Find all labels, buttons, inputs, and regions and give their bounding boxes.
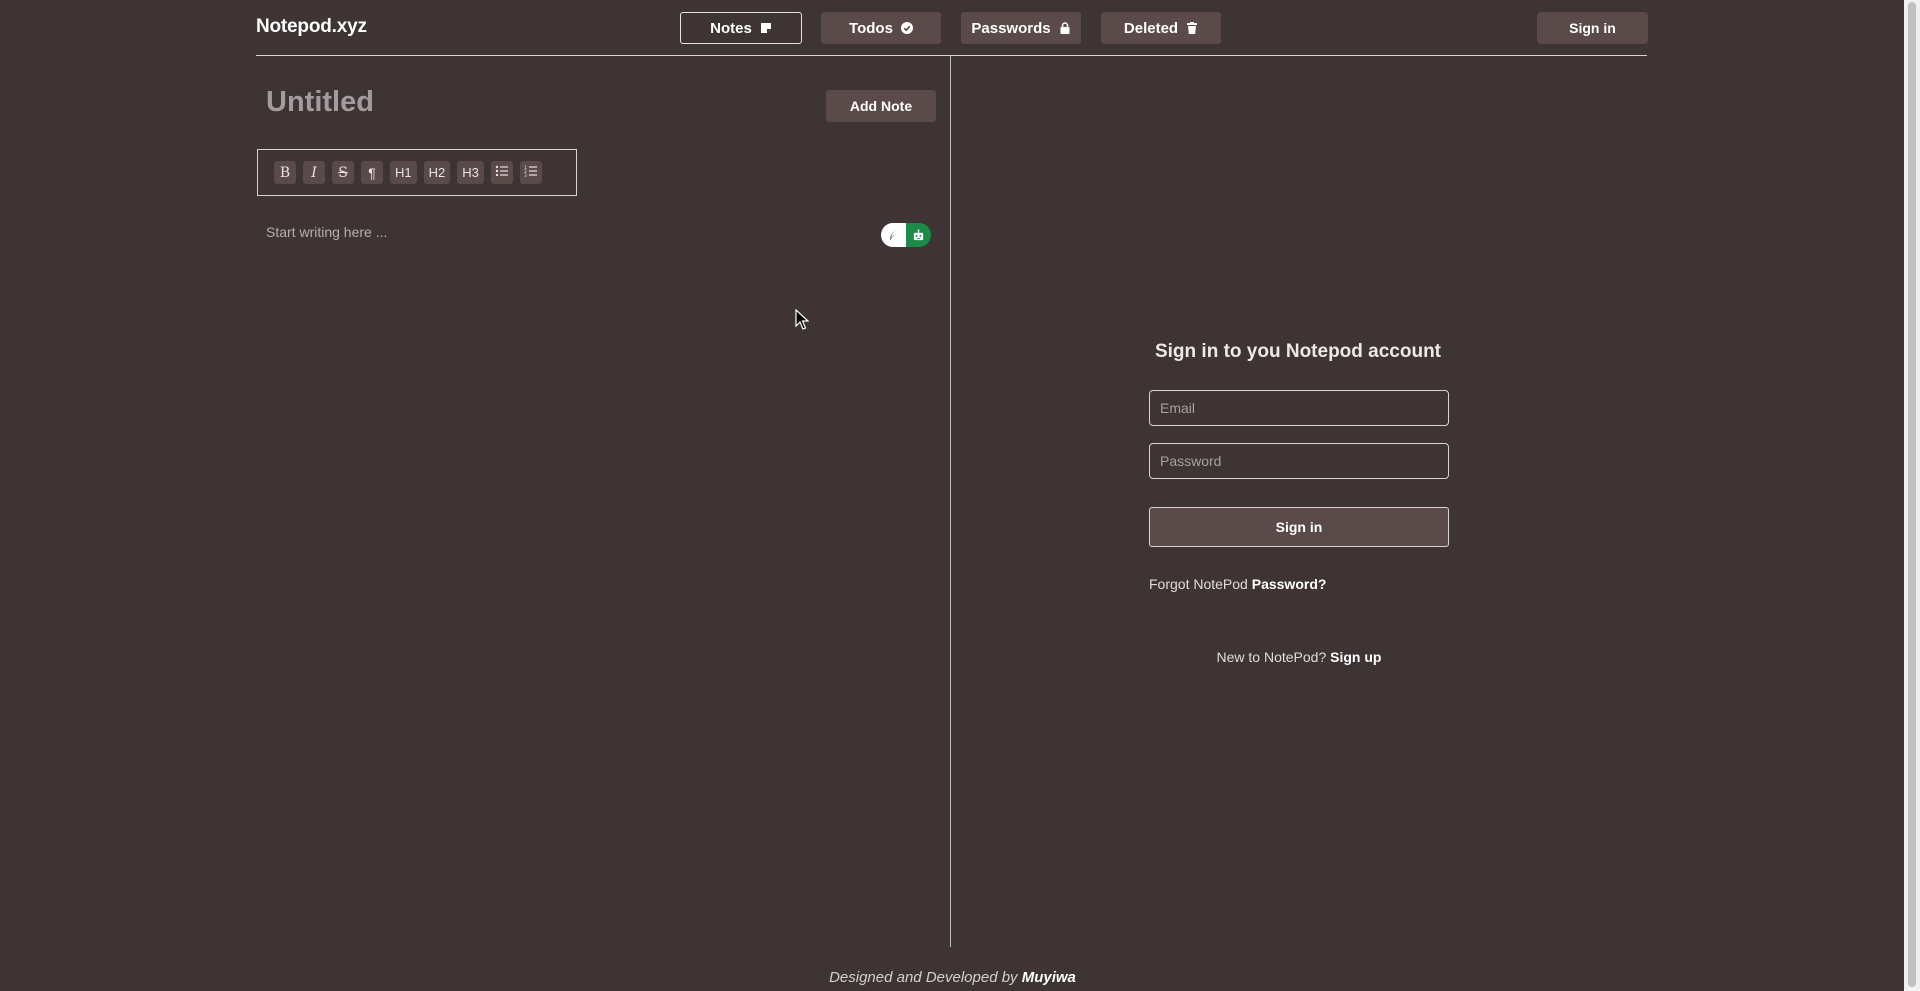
lock-icon — [1059, 22, 1071, 34]
italic-button[interactable]: I — [303, 161, 325, 184]
nav-passwords-button[interactable]: Passwords — [961, 12, 1081, 44]
formatting-toolbar: B I S ¶ H1 H2 H3 123 — [257, 149, 577, 196]
nav-todos-label: Todos — [849, 19, 893, 37]
nav-deleted-label: Deleted — [1123, 19, 1179, 37]
password-field[interactable] — [1149, 443, 1449, 479]
email-field[interactable] — [1149, 390, 1449, 426]
robot-icon[interactable] — [906, 223, 931, 247]
nav-todos-button[interactable]: Todos — [821, 12, 941, 44]
ordered-list-button[interactable]: 123 — [519, 161, 542, 184]
nav-notes-label: Notes — [710, 19, 752, 37]
nav-passwords-label: Passwords — [971, 19, 1051, 37]
signup-prompt: New to NotePod? Sign up — [1149, 649, 1449, 665]
signin-title: Sign in to you Notepod account — [1154, 341, 1442, 362]
footer-prefix: Designed and Developed by — [829, 969, 1022, 986]
svg-text:3: 3 — [524, 173, 527, 178]
bullet-list-button[interactable] — [490, 161, 513, 184]
feather-icon[interactable] — [881, 223, 906, 247]
note-icon — [760, 22, 772, 34]
note-body-editor[interactable]: Start writing here ... — [266, 224, 387, 240]
ordered-list-icon: 123 — [524, 164, 538, 181]
note-title-input[interactable]: Untitled — [266, 86, 374, 119]
mouse-cursor-icon — [795, 308, 810, 331]
signup-link[interactable]: Sign up — [1330, 649, 1381, 665]
nav-notes-button[interactable]: Notes — [680, 12, 802, 44]
add-note-button[interactable]: Add Note — [826, 90, 936, 122]
forgot-prefix: Forgot NotePod — [1149, 576, 1252, 592]
header-signin-button[interactable]: Sign in — [1537, 12, 1648, 44]
bullet-list-icon — [495, 164, 509, 181]
heading3-button[interactable]: H3 — [457, 161, 484, 184]
editor-mode-toggle[interactable] — [881, 223, 931, 247]
forgot-password-text: Forgot NotePod Password? — [1149, 576, 1326, 592]
signin-submit-button[interactable]: Sign in — [1149, 507, 1449, 547]
bold-button[interactable]: B — [274, 161, 296, 184]
brand-logo[interactable]: Notepod.xyz — [256, 16, 367, 38]
heading1-button[interactable]: H1 — [390, 161, 417, 184]
scrollbar-thumb[interactable] — [1908, 2, 1916, 987]
nav-deleted-button[interactable]: Deleted — [1101, 12, 1221, 44]
forgot-password-link[interactable]: Password? — [1252, 576, 1327, 592]
signup-prefix: New to NotePod? — [1216, 649, 1331, 665]
check-circle-icon — [900, 22, 913, 34]
footer-author: Muyiwa — [1021, 969, 1076, 986]
trash-icon — [1186, 22, 1198, 34]
paragraph-button[interactable]: ¶ — [361, 161, 383, 184]
panel-divider — [950, 56, 951, 947]
heading2-button[interactable]: H2 — [423, 161, 451, 184]
strikethrough-button[interactable]: S — [332, 161, 354, 184]
top-nav-bar: Notepod.xyz Notes Todos Passwords Delete… — [256, 0, 1648, 56]
page-scrollbar[interactable] — [1904, 0, 1920, 991]
footer-credit: Designed and Developed by Muyiwa — [790, 969, 1115, 986]
